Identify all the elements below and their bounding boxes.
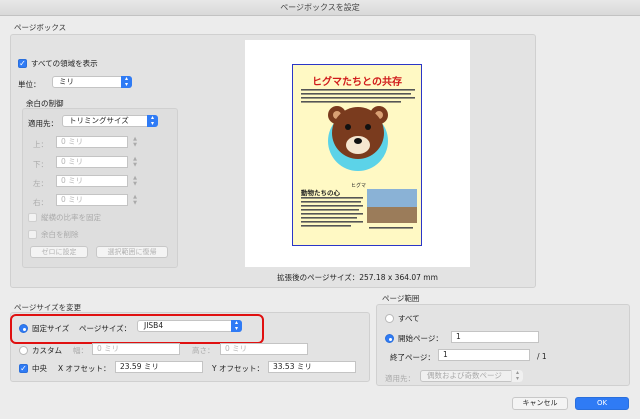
unit-popup-value: ミリ xyxy=(59,77,74,86)
end-page-label: 終了ページ： xyxy=(390,353,435,362)
page-box-section-label: ページボックス xyxy=(14,23,67,32)
revert-to-selection-button[interactable]: 選択範囲に復帰 xyxy=(96,246,168,258)
show-all-checkbox[interactable]: ✓ xyxy=(18,59,27,68)
x-offset-field[interactable]: 23.59 ミリ xyxy=(115,361,203,373)
y-offset-field[interactable]: 33.53 ミリ xyxy=(268,361,356,373)
show-all-label: すべての領域を表示 xyxy=(31,59,98,68)
page-range-radio[interactable] xyxy=(385,334,394,343)
poster-subheading: 動物たちの心 xyxy=(301,189,340,197)
constrain-proportions-label: 縦横の比率を固定 xyxy=(41,213,101,222)
chevron-updown-icon: ▴ ▾ xyxy=(147,115,158,127)
start-page-label: 開始ページ： xyxy=(398,334,443,343)
poster-title: ヒグマたちとの共存 xyxy=(312,77,402,88)
fixed-size-label: 固定サイズ xyxy=(32,324,70,333)
margin-bottom-label: 下： xyxy=(33,160,48,169)
range-apply-to-popup[interactable]: 偶数および奇数ページ ▴ ▾ xyxy=(420,370,523,382)
margin-top-field[interactable]: 0 ミリ xyxy=(56,136,128,148)
poster-thumbnail: ヒグマたちとの共存 ヒグマ 動物たちの心 xyxy=(292,64,422,246)
custom-size-radio[interactable] xyxy=(19,346,28,355)
range-apply-to-label: 適用先： xyxy=(385,374,415,383)
remove-white-margins-label: 余白を削除 xyxy=(41,230,79,239)
width-label: 幅： xyxy=(73,346,88,355)
range-apply-to-popup-value: 偶数および奇数ページ xyxy=(427,371,502,380)
width-field[interactable]: 0 ミリ xyxy=(92,343,180,355)
page-size-popup[interactable]: JISB4 ▴ ▾ xyxy=(137,320,242,332)
all-pages-radio[interactable] xyxy=(385,314,394,323)
margin-left-stepper[interactable]: ▲ ▼ xyxy=(132,175,138,187)
chevron-updown-icon: ▴ ▾ xyxy=(121,76,132,88)
chevron-updown-icon: ▴ ▾ xyxy=(511,370,523,382)
page-range-section-label: ページ範囲 xyxy=(382,294,420,303)
margin-left-label: 左： xyxy=(33,179,48,188)
unit-label: 単位： xyxy=(18,80,41,89)
end-page-field[interactable]: 1 xyxy=(438,349,530,361)
bear-caption: ヒグマ xyxy=(351,183,367,189)
page-size-label: ページサイズ： xyxy=(79,324,132,333)
expanded-page-size: 拡張後のページサイズ：257.18 x 364.07 mm xyxy=(277,273,438,282)
apply-to-label: 適用先： xyxy=(28,119,58,128)
center-checkbox[interactable]: ✓ xyxy=(19,364,28,373)
page-size-popup-value: JISB4 xyxy=(144,321,164,330)
margin-bottom-field[interactable]: 0 ミリ xyxy=(56,156,128,168)
poster-art xyxy=(301,89,417,229)
unit-popup[interactable]: ミリ ▴ ▾ xyxy=(52,76,132,88)
cancel-button[interactable]: キャンセル xyxy=(512,397,568,410)
apply-to-popup-value: トリミングサイズ xyxy=(69,116,129,125)
margin-right-field[interactable]: 0 ミリ xyxy=(56,194,128,206)
height-field[interactable]: 0 ミリ xyxy=(220,343,308,355)
set-to-zero-button[interactable]: ゼロに設定 xyxy=(30,246,88,258)
window-title: ページボックスを設定 xyxy=(0,0,640,16)
center-label: 中央 xyxy=(32,364,47,373)
custom-size-label: カスタム xyxy=(32,346,62,355)
chevron-updown-icon: ▴ ▾ xyxy=(231,320,242,332)
constrain-proportions-checkbox[interactable] xyxy=(28,213,37,222)
ok-button[interactable]: OK xyxy=(575,397,629,410)
margin-left-field[interactable]: 0 ミリ xyxy=(56,175,128,187)
margin-top-label: 上： xyxy=(33,140,48,149)
y-offset-label: Y オフセット： xyxy=(212,364,264,373)
height-label: 高さ： xyxy=(192,346,215,355)
x-offset-label: X オフセット： xyxy=(58,364,111,373)
margin-right-stepper[interactable]: ▲ ▼ xyxy=(132,194,138,206)
margin-top-stepper[interactable]: ▲ ▼ xyxy=(132,136,138,148)
total-pages: / 1 xyxy=(537,352,547,361)
all-pages-label: すべて xyxy=(398,314,420,323)
margin-right-label: 右： xyxy=(33,198,48,207)
margin-bottom-stepper[interactable]: ▲ ▼ xyxy=(132,156,138,168)
fixed-size-radio[interactable] xyxy=(19,324,28,333)
remove-white-margins-checkbox[interactable] xyxy=(28,230,37,239)
apply-to-popup[interactable]: トリミングサイズ ▴ ▾ xyxy=(62,115,158,127)
start-page-field[interactable]: 1 xyxy=(451,331,539,343)
